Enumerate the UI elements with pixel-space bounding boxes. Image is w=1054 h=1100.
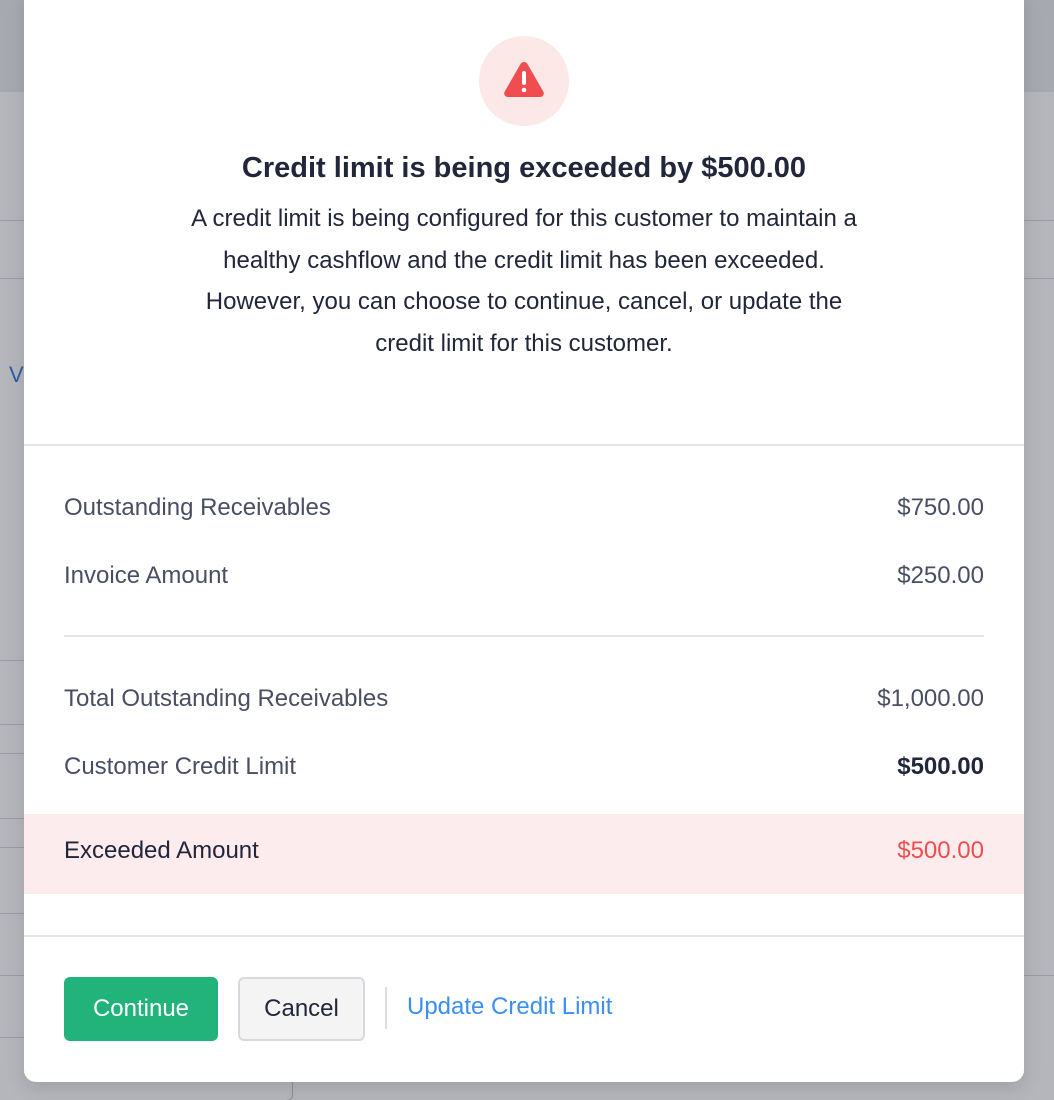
background-divider <box>0 753 24 754</box>
cancel-button[interactable]: Cancel <box>238 977 365 1041</box>
total-outstanding-value: $1,000.00 <box>877 685 984 712</box>
credit-limit-row: Customer Credit Limit $500.00 <box>64 750 984 784</box>
background-divider <box>0 818 24 819</box>
dialog-message: A credit limit is being configured for t… <box>191 205 857 357</box>
background-divider <box>0 1037 24 1038</box>
background-divider <box>0 278 24 279</box>
credit-limit-label: Customer Credit Limit <box>64 753 297 780</box>
exceeded-amount-label: Exceeded Amount <box>64 837 259 864</box>
continue-button[interactable]: Continue <box>64 977 218 1041</box>
invoice-amount-label: Invoice Amount <box>64 562 229 589</box>
background-divider <box>0 220 24 221</box>
total-outstanding-row: Total Outstanding Receivables $1,000.00 <box>64 682 984 716</box>
footer-separator <box>385 987 387 1029</box>
footer-divider <box>24 935 1024 937</box>
background-link: V <box>9 362 24 387</box>
exceeded-amount-value: $500.00 <box>897 837 984 864</box>
background-divider <box>1024 220 1054 221</box>
invoice-amount-value: $250.00 <box>897 562 984 589</box>
invoice-amount-row: Invoice Amount $250.00 <box>64 559 984 593</box>
background-divider <box>1024 975 1054 976</box>
dialog-footer: Continue Cancel Update Credit Limit <box>24 977 1024 1043</box>
outstanding-receivables-row: Outstanding Receivables $750.00 <box>64 491 984 525</box>
background-divider <box>1024 278 1054 279</box>
alert-badge <box>479 36 569 126</box>
summary-divider <box>64 635 984 637</box>
outstanding-receivables-value: $750.00 <box>897 494 984 521</box>
dialog-title: Credit limit is being exceeded by $500.0… <box>241 152 807 184</box>
credit-limit-dialog: Credit limit is being exceeded by $500.0… <box>24 0 1024 1082</box>
update-credit-limit-link[interactable]: Update Credit Limit <box>407 993 612 1021</box>
background-divider <box>0 724 24 725</box>
exceeded-amount-row: Exceeded Amount $500.00 <box>24 814 1024 894</box>
background-divider <box>0 913 24 914</box>
total-outstanding-label: Total Outstanding Receivables <box>64 685 389 712</box>
background-divider <box>0 847 24 848</box>
warning-triangle-icon <box>502 59 546 104</box>
section-divider <box>24 444 1024 446</box>
credit-limit-value: $500.00 <box>897 753 984 780</box>
background-divider <box>0 660 24 661</box>
outstanding-receivables-label: Outstanding Receivables <box>64 494 331 521</box>
background-divider <box>0 975 24 976</box>
